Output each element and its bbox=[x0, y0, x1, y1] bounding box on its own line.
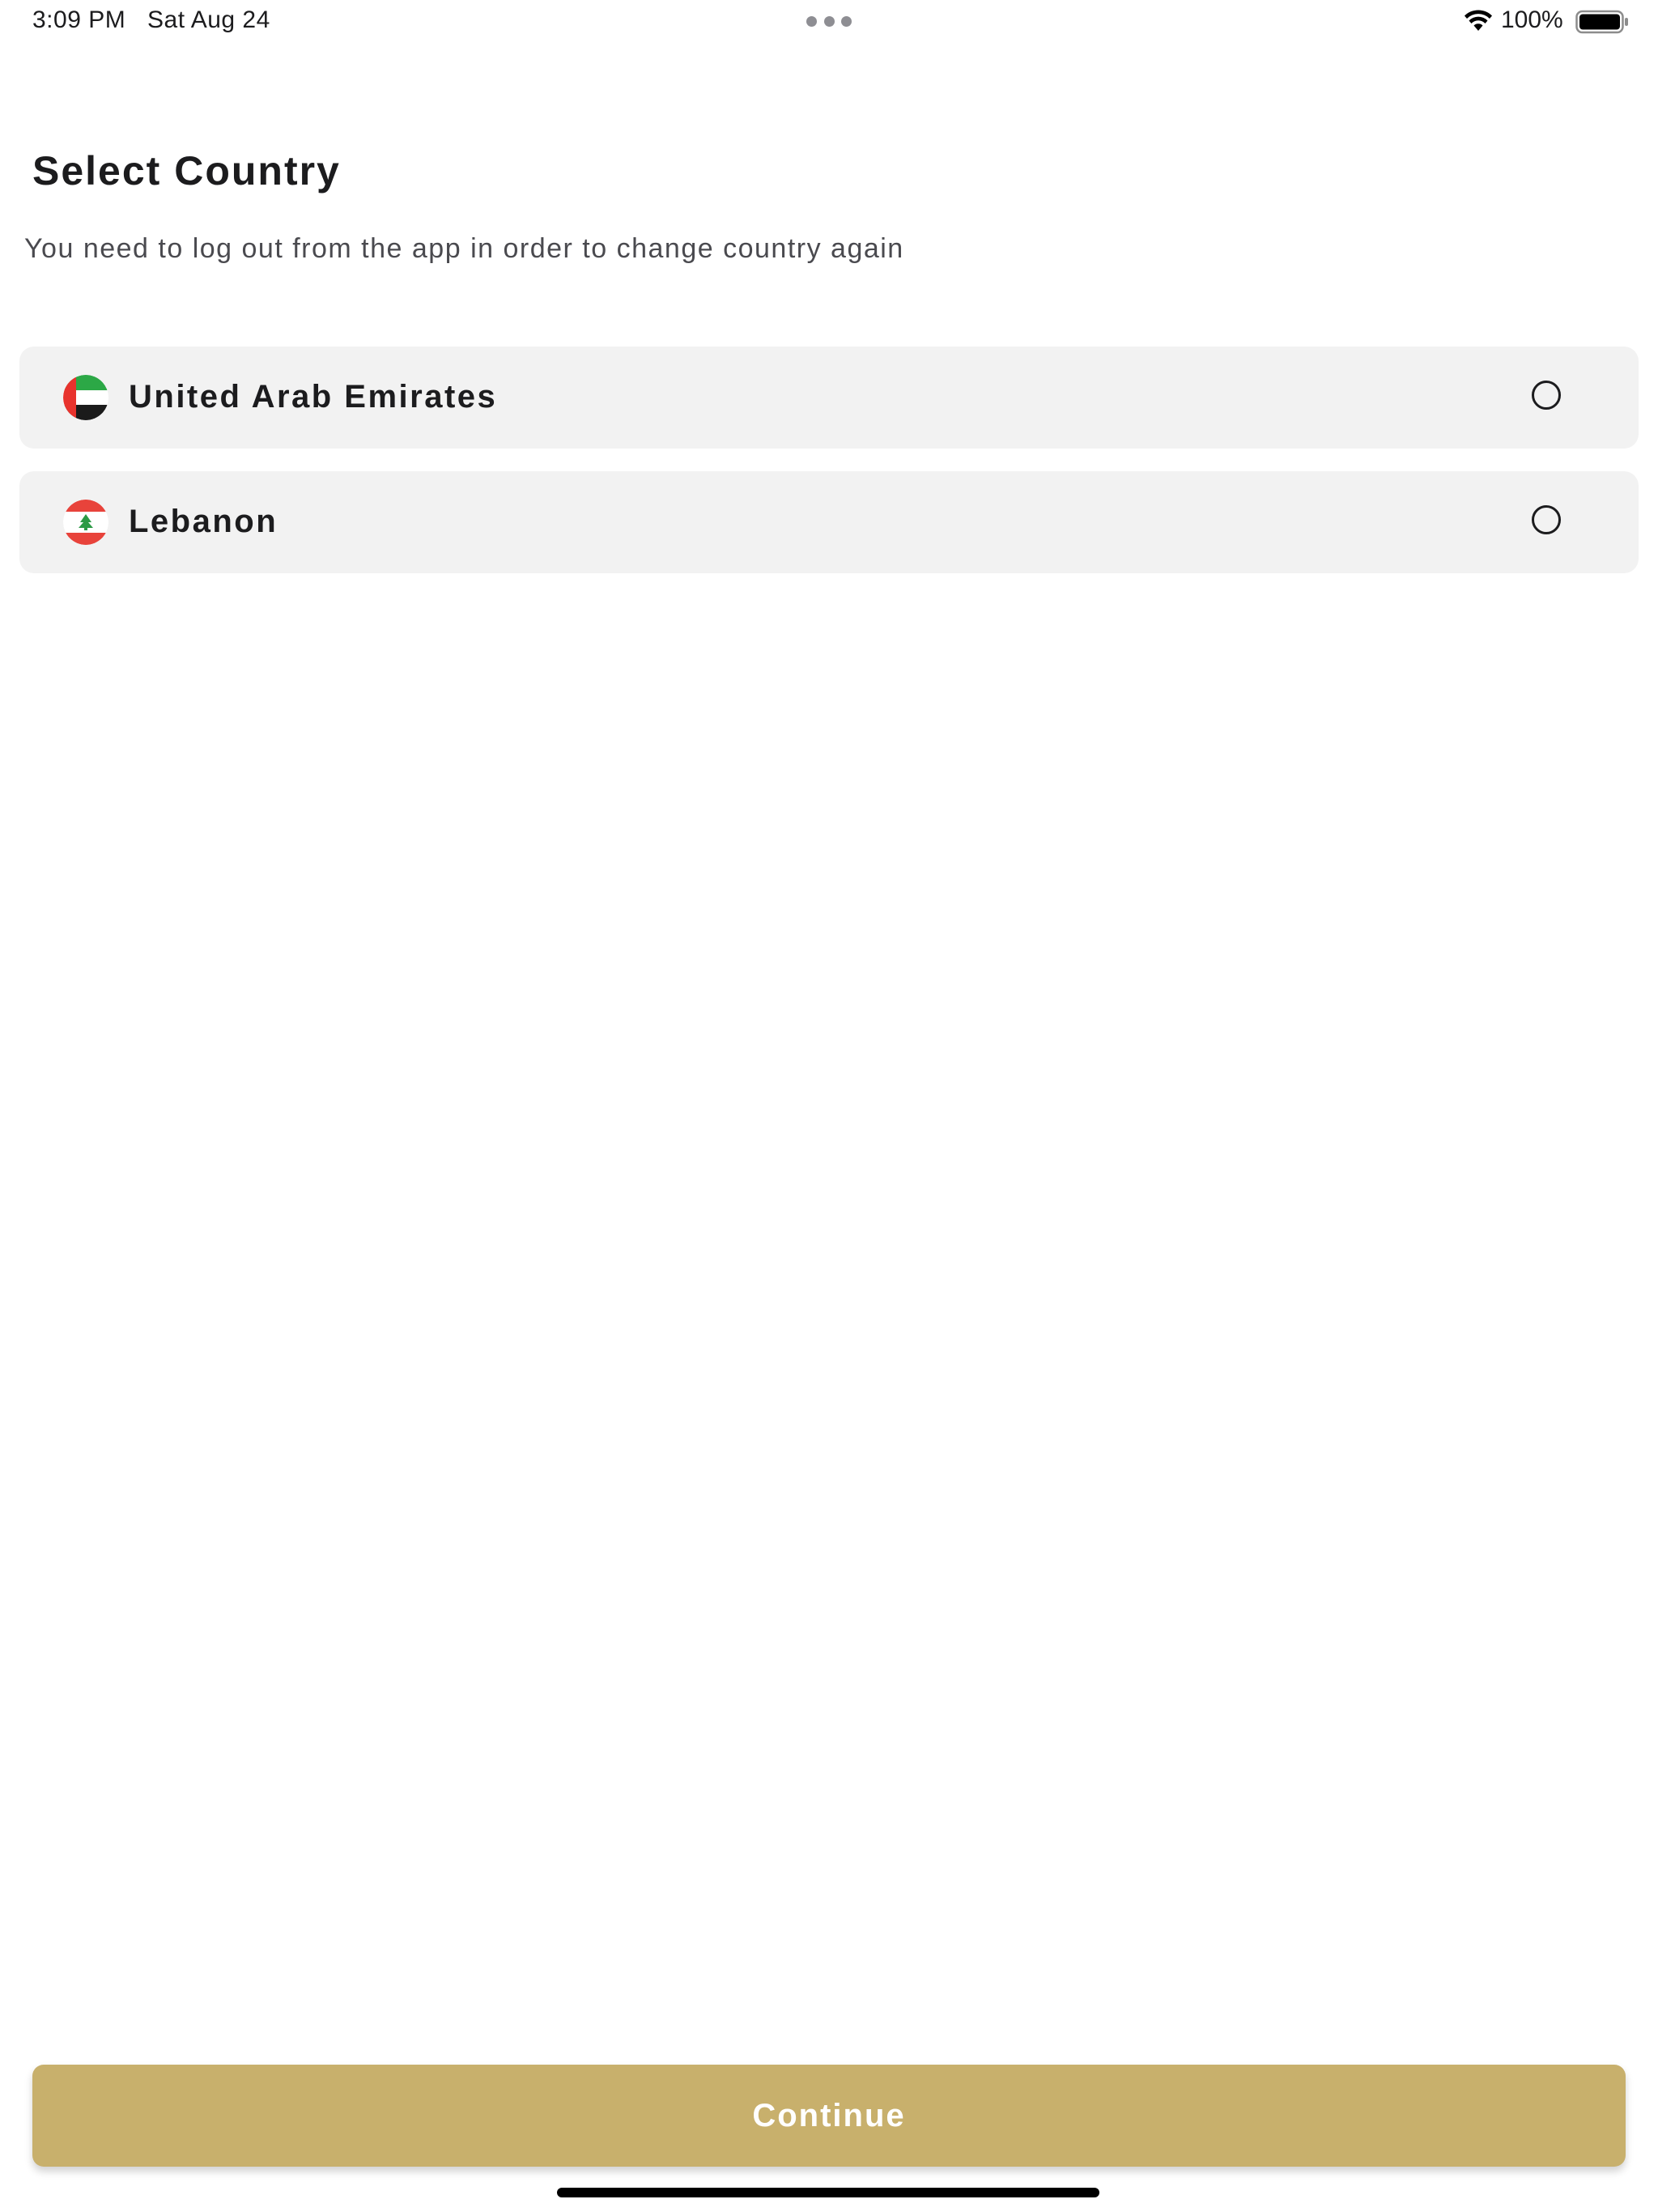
status-date: Sat Aug 24 bbox=[147, 6, 270, 33]
country-name-lebanon: Lebanon bbox=[129, 504, 278, 539]
page-subtitle: You need to log out from the app in orde… bbox=[24, 233, 904, 264]
country-list: United Arab Emirates Lebanon bbox=[19, 347, 1639, 596]
home-indicator[interactable] bbox=[557, 2188, 1099, 2197]
uae-flag-icon bbox=[63, 375, 108, 420]
continue-button[interactable]: Continue bbox=[32, 2065, 1626, 2167]
multitasking-dots-icon[interactable] bbox=[806, 16, 852, 28]
page-title: Select Country bbox=[32, 148, 341, 194]
status-time: 3:09 PM bbox=[32, 6, 126, 33]
lebanon-flag-icon bbox=[63, 500, 108, 545]
country-option-uae[interactable]: United Arab Emirates bbox=[19, 347, 1639, 449]
radio-button-lebanon[interactable] bbox=[1532, 505, 1561, 534]
country-option-lebanon[interactable]: Lebanon bbox=[19, 471, 1639, 573]
radio-button-uae[interactable] bbox=[1532, 381, 1561, 410]
status-bar: 3:09 PM Sat Aug 24 100% bbox=[0, 0, 1658, 45]
battery-icon bbox=[1575, 10, 1628, 34]
battery-percentage: 100% bbox=[1501, 6, 1563, 33]
country-name-uae: United Arab Emirates bbox=[129, 379, 498, 415]
wifi-icon bbox=[1465, 10, 1492, 31]
